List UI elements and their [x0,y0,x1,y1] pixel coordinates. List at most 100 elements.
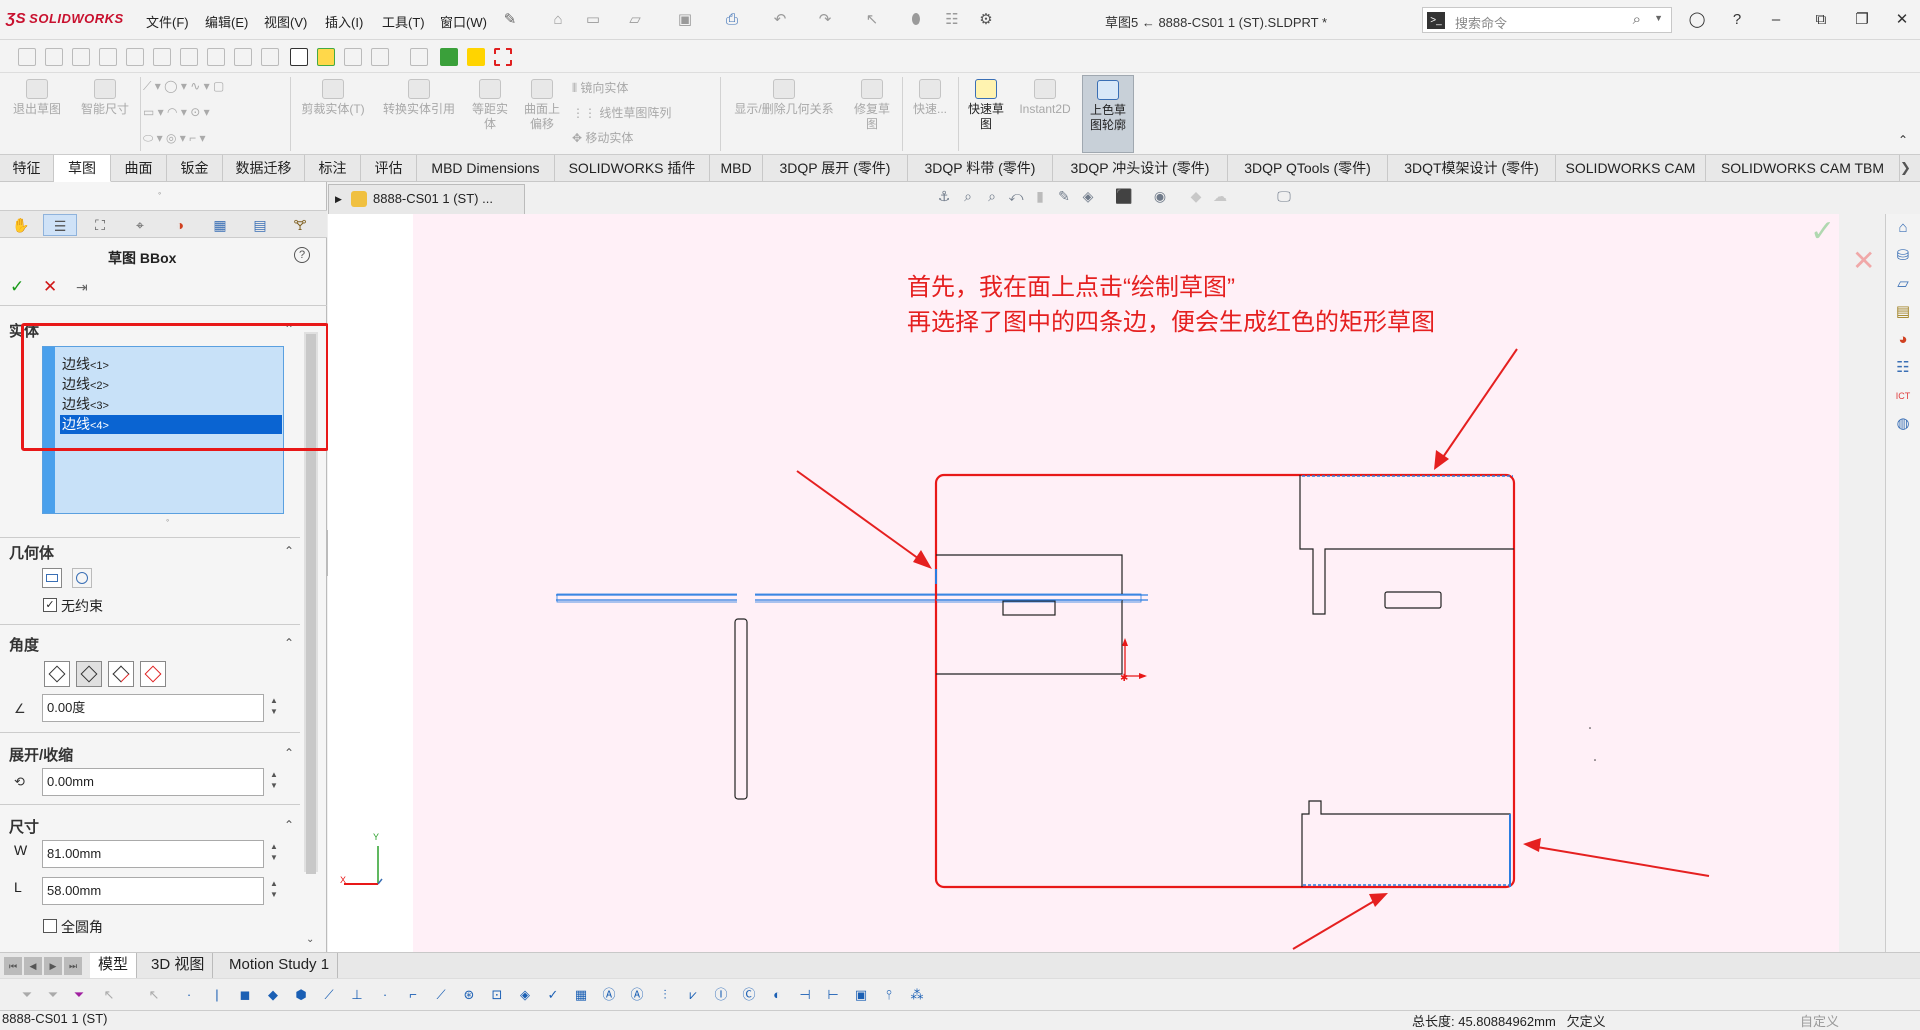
edit-sketch-icon[interactable] [467,48,485,66]
sketch-tool-icon[interactable]: ▦ [572,986,590,1004]
cam-operation-tree-icon[interactable]: ▤ [243,214,277,236]
exit-sketch-button[interactable]: 退出草图 [8,79,66,117]
last-tab-arrow[interactable]: ⏭ [64,957,82,975]
sketch-tool-icon[interactable] [261,48,279,66]
apply-scene-icon[interactable]: ☁ [1211,188,1229,206]
filter-icon[interactable]: ⏷ [70,986,88,1004]
sketch-tool-icon[interactable]: Ⓒ [740,986,758,1004]
search-input[interactable]: 搜索命令 [1455,13,1507,32]
tab-markup[interactable]: 标注 [305,155,361,182]
line-tool-icon[interactable]: | [208,986,226,1004]
next-tab-arrow[interactable]: ▶ [44,957,62,975]
sketch-tool-icon[interactable]: ⊥ [348,986,366,1004]
display-relations-button[interactable]: 显示/删除几何关系 [724,79,844,117]
new-document-icon[interactable]: ▭ [583,10,603,30]
lock-icon[interactable] [317,48,335,66]
orientation-option-icon[interactable] [108,661,134,687]
tab-mbd-dimensions[interactable]: MBD Dimensions [417,155,555,182]
display-manager-icon[interactable]: ◑ [163,214,197,236]
sketch-tool-icon[interactable]: ⫶ [656,986,674,1004]
offset-entities-button[interactable]: 等距实体 [466,79,514,132]
status-custom-units[interactable]: 自定义 [1800,1011,1839,1030]
angle-spinner[interactable]: ▲ ▼ [270,695,278,717]
zoom-to-fit-icon[interactable]: ⌕ [959,188,977,206]
splitter-handle[interactable]: ◦ [158,188,161,198]
select-icon[interactable]: ↖ [100,986,118,1004]
search-icon[interactable]: ⌕ [1633,11,1641,28]
tab-mbd[interactable]: MBD [710,155,763,182]
face-tool-icon[interactable]: ◼ [236,986,254,1004]
rapid-sketch-button[interactable]: 快速草图 [962,79,1010,132]
configuration-manager-icon[interactable]: ⛶ [83,214,117,236]
dimxpert-icon[interactable]: ⌖ [123,214,157,236]
sketch-tool-icon[interactable]: ◐ [768,986,786,1004]
bbox-rectangle-sketch[interactable] [934,473,1516,889]
redo-icon[interactable]: ↷ [815,10,835,30]
zoom-area-icon[interactable]: ⌕ [983,188,1001,206]
length-spinner[interactable]: ▲ ▼ [270,878,278,900]
sketch-tool-icon[interactable]: ⁂ [908,986,926,1004]
tab-3dqp-punch[interactable]: 3DQP 冲头设计 (零件) [1053,155,1228,182]
tab-motion-study[interactable]: Motion Study 1 [221,953,339,979]
menu-view[interactable]: 视图(V) [264,12,307,31]
collapse-ribbon-icon[interactable]: ⌃ [1898,133,1908,147]
document-tab[interactable]: ▶ 8888-CS01 1 (ST) ... [328,184,525,214]
tabs-scroll-icon[interactable]: ❯ [1900,160,1911,176]
sketch-tool-icon[interactable]: ⟋ [320,986,338,1004]
rebuild-icon[interactable]: ⬮ [906,10,926,30]
sketch-text-icon[interactable] [290,48,308,66]
tab-solidworks-cam[interactable]: SOLIDWORKS CAM [1556,155,1706,182]
view-palette-icon[interactable]: ▤ [1893,302,1913,322]
sketch-tool-icon[interactable] [180,48,198,66]
select-arrow-icon[interactable]: ↖ [862,10,882,30]
tab-3dqp-qtools[interactable]: 3DQP QTools (零件) [1228,155,1388,182]
tab-sheet-metal[interactable]: 钣金 [167,155,223,182]
point-tool-icon[interactable]: · [180,986,198,1004]
scroll-down-icon[interactable]: ⌄ [306,934,314,945]
orientation-option-icon[interactable] [140,661,166,687]
body-tool-icon[interactable]: ◆ [264,986,282,1004]
hide-show-items-icon[interactable]: ◉ [1151,188,1169,206]
convert-entities-button[interactable]: 转换实体引用 [375,79,463,117]
undo-icon[interactable]: ↶ [770,10,790,30]
tab-3dqt-die-design[interactable]: 3DQT模架设计 (零件) [1388,155,1556,182]
confirm-ok-icon[interactable]: ✓ [1810,214,1835,249]
mirror-entities-button[interactable]: ⫴ 镜向实体 [572,79,628,96]
angle-input[interactable]: 0.00度 [42,694,264,722]
chevron-down-icon[interactable]: ▼ [1654,13,1663,23]
user-account-icon[interactable]: ◯ [1683,8,1711,32]
sketch-tool-icon[interactable] [126,48,144,66]
view-orientation-icon[interactable]: ⚓ [935,188,953,206]
home-icon[interactable]: ⌂ [548,10,568,30]
circle-geometry-icon[interactable] [72,568,92,588]
sketch-tool-icon[interactable]: ⩗ [684,986,702,1004]
menu-file[interactable]: 文件(F) [146,12,189,31]
trim-entities-button[interactable]: 剪裁实体(T) [293,79,373,117]
width-spinner[interactable]: ▲ ▼ [270,841,278,863]
edit-appearance-icon[interactable]: ◆ [1187,188,1205,206]
help-icon[interactable]: ? [1723,8,1751,32]
solidworks-logo[interactable]: ƷS SOLIDWORKS [6,10,124,27]
tab-3dqp-strip[interactable]: 3DQP 料带 (零件) [908,155,1053,182]
ok-button[interactable]: ✓ [10,277,24,297]
filter-icon[interactable]: ⏷ [44,986,62,1004]
select-icon[interactable]: ↖ [145,986,163,1004]
tab-model[interactable]: 模型 [90,953,138,979]
section-geometry-header[interactable]: 几何体 [9,542,54,563]
filter-icon[interactable]: ⏷ [18,986,36,1004]
dynamic-annotation-icon[interactable]: ✎ [1055,188,1073,206]
appearances-icon[interactable]: ◕ [1893,330,1913,350]
cancel-button[interactable]: ✕ [43,277,57,297]
chevron-up-icon[interactable]: ⌃ [284,636,294,650]
expand-input[interactable]: 0.00mm [42,768,264,796]
pin-menu-icon[interactable]: ✎ [500,10,520,30]
solidworks-resources-icon[interactable]: ◍ [1893,414,1913,434]
section-angle-header[interactable]: 角度 [9,634,39,655]
tab-3dqp-unfold[interactable]: 3DQP 展开 (零件) [763,155,908,182]
instant2d-button[interactable]: Instant2D [1014,79,1076,117]
feature-manager-icon[interactable]: ✋ [4,214,38,236]
sketch-tool-icon[interactable] [45,48,63,66]
previous-tab-arrow[interactable]: ◀ [24,957,42,975]
sketch-tool-icon[interactable]: Ⓐ [600,986,618,1004]
first-tab-arrow[interactable]: ⏮ [4,957,22,975]
